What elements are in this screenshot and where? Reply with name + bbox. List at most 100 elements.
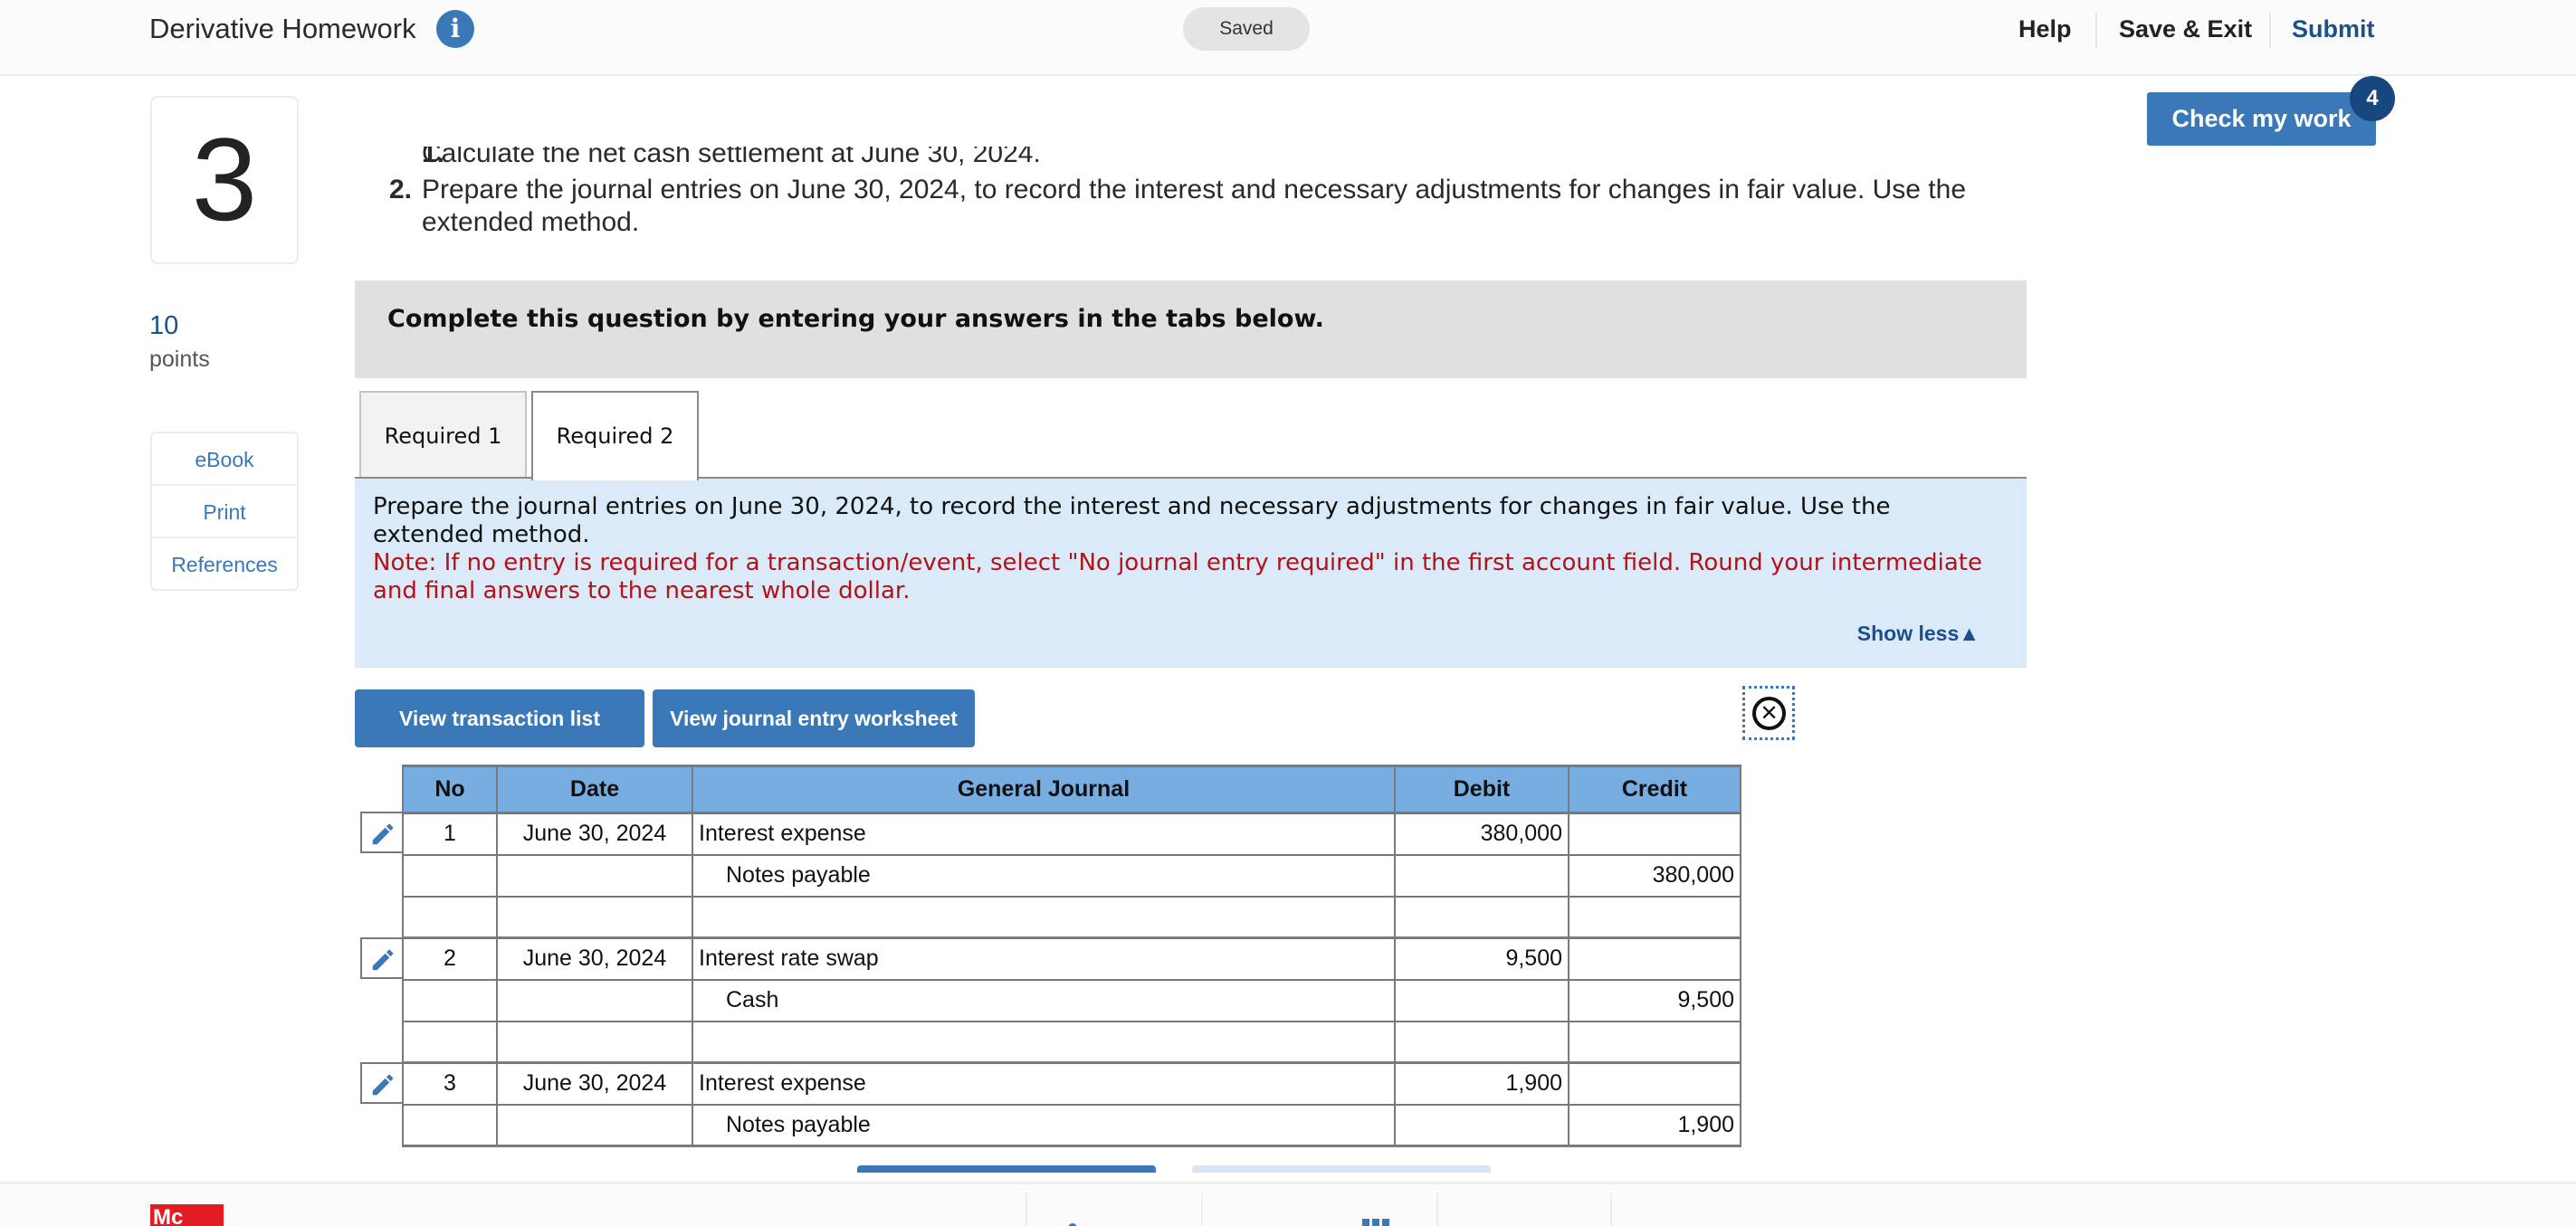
next-nav-button[interactable] [1466,1219,1575,1226]
debit-cell: 380,000 [1394,812,1569,856]
question-number: 3 [191,113,258,245]
date-cell [496,854,693,898]
view-transaction-list-button[interactable]: View transaction list [355,689,644,747]
debit-cell [1394,854,1569,898]
table-row [402,896,1741,939]
account-cell: Notes payable [692,1104,1396,1147]
scroll-indicator-inactive[interactable] [1192,1165,1491,1173]
table-row: Cash 9,500 [402,979,1741,1022]
submit-link[interactable]: Submit [2292,13,2375,45]
debit-cell [1394,1021,1569,1064]
table-row: Notes payable 380,000 [402,854,1741,898]
entry-number-cell: 3 [402,1061,498,1106]
edit-entry-2-button[interactable] [360,937,402,979]
account-cell [692,1021,1396,1064]
resources-panel: eBook Print References [150,432,299,591]
entry-number-cell [402,979,498,1022]
top-header: Derivative Homework i Saved Help Save & … [0,0,2576,76]
mcgraw-hill-logo: Mc [150,1204,224,1226]
question-grid-icon[interactable] [1362,1219,1389,1226]
account-cell: Interest expense [692,812,1396,856]
close-circle-icon: ✕ [1752,697,1786,730]
column-header-credit: Credit [1568,765,1741,814]
question-number-card: 3 [150,96,299,264]
requirement-number: 1. [422,147,445,168]
edit-entry-3-button[interactable] [360,1062,402,1104]
instructions-panel: Prepare the journal entries on June 30, … [355,479,2027,668]
credit-cell [1568,812,1741,856]
close-button[interactable]: ✕ [1742,686,1795,740]
check-my-work-button[interactable]: Check my work [2147,92,2376,146]
column-header-general-journal: General Journal [692,765,1396,814]
date-cell: June 30, 2024 [496,1061,693,1106]
pencil-icon [372,949,394,971]
debit-cell: 1,900 [1394,1061,1569,1106]
edit-entry-1-button[interactable] [360,812,402,853]
points-label: points [149,347,210,372]
column-header-no: No [402,765,498,814]
date-cell: June 30, 2024 [496,936,693,981]
credit-cell [1568,1021,1741,1064]
show-less-label: Show less [1856,622,1960,645]
view-journal-entry-worksheet-button[interactable]: View journal entry worksheet [653,689,975,747]
account-cell: Notes payable [692,854,1396,898]
header-divider [2269,13,2271,49]
scroll-indicator-active[interactable] [857,1165,1156,1173]
instructions-note: Note: If no entry is required for a tran… [373,549,1982,604]
assignment-title: Derivative Homework [149,13,416,44]
date-cell [496,1104,693,1147]
credit-cell: 9,500 [1568,979,1741,1022]
requirement-item: 1. Calculate the net cash settlement at … [389,147,1966,174]
pencil-icon [372,1074,394,1096]
credit-cell: 380,000 [1568,854,1741,898]
debit-cell [1394,896,1569,939]
check-attempts-badge: 4 [2350,76,2395,121]
date-cell [496,896,693,939]
entry-number-cell [402,1104,498,1147]
references-link[interactable]: References [152,538,297,591]
column-header-debit: Debit [1394,765,1569,814]
help-link[interactable]: Help [2018,13,2072,45]
points-value: 10 [149,311,179,340]
date-cell: June 30, 2024 [496,812,693,856]
footer-bar: Mc [0,1182,2576,1226]
header-divider [2095,13,2097,49]
table-header-row: No Date General Journal Debit Credit [402,765,1741,814]
footer-divider [1201,1193,1203,1226]
show-less-toggle[interactable]: Show less▲ [1857,622,1980,646]
ebook-link[interactable]: eBook [152,433,297,486]
requirement-number: 2. [389,175,413,204]
entry-number-cell: 2 [402,936,498,981]
entry-number-cell [402,1021,498,1064]
footer-divider [1610,1193,1612,1226]
banner-text: Complete this question by entering your … [387,305,1324,333]
footer-divider [1026,1193,1027,1226]
tab-required-1[interactable]: Required 1 [359,391,527,479]
table-row: Notes payable 1,900 [402,1104,1741,1147]
requirement-text-continued: extended method. [422,207,640,237]
table-row [402,1021,1741,1064]
prev-nav-button[interactable] [1068,1219,1122,1226]
triangle-up-icon: ▲ [1959,622,1980,645]
requirement-item: 2. Prepare the journal entries on June 3… [389,174,1966,239]
footer-divider [1436,1193,1438,1226]
date-cell [496,979,693,1022]
instructions-text: Prepare the journal entries on June 30, … [373,493,1891,548]
entry-number-cell [402,896,498,939]
requirement-text: Calculate the net cash settlement at Jun… [422,147,1041,168]
general-journal-table: No Date General Journal Debit Credit 1 Ju… [402,765,1741,1147]
account-cell: Cash [692,979,1396,1022]
table-row: 2 June 30, 2024 Interest rate swap 9,500 [402,936,1741,981]
table-row: 1 June 30, 2024 Interest expense 380,000 [402,812,1741,856]
info-icon[interactable]: i [436,10,474,48]
instruction-banner: Complete this question by entering your … [355,280,2027,378]
credit-cell [1568,896,1741,939]
account-cell: Interest expense [692,1061,1396,1106]
save-exit-link[interactable]: Save & Exit [2119,13,2252,45]
saved-status-badge: Saved [1183,7,1310,51]
print-link[interactable]: Print [152,486,297,538]
debit-cell [1394,979,1569,1022]
column-header-date: Date [496,765,693,814]
account-cell: Interest rate swap [692,936,1396,981]
tab-required-2[interactable]: Required 2 [531,391,699,480]
